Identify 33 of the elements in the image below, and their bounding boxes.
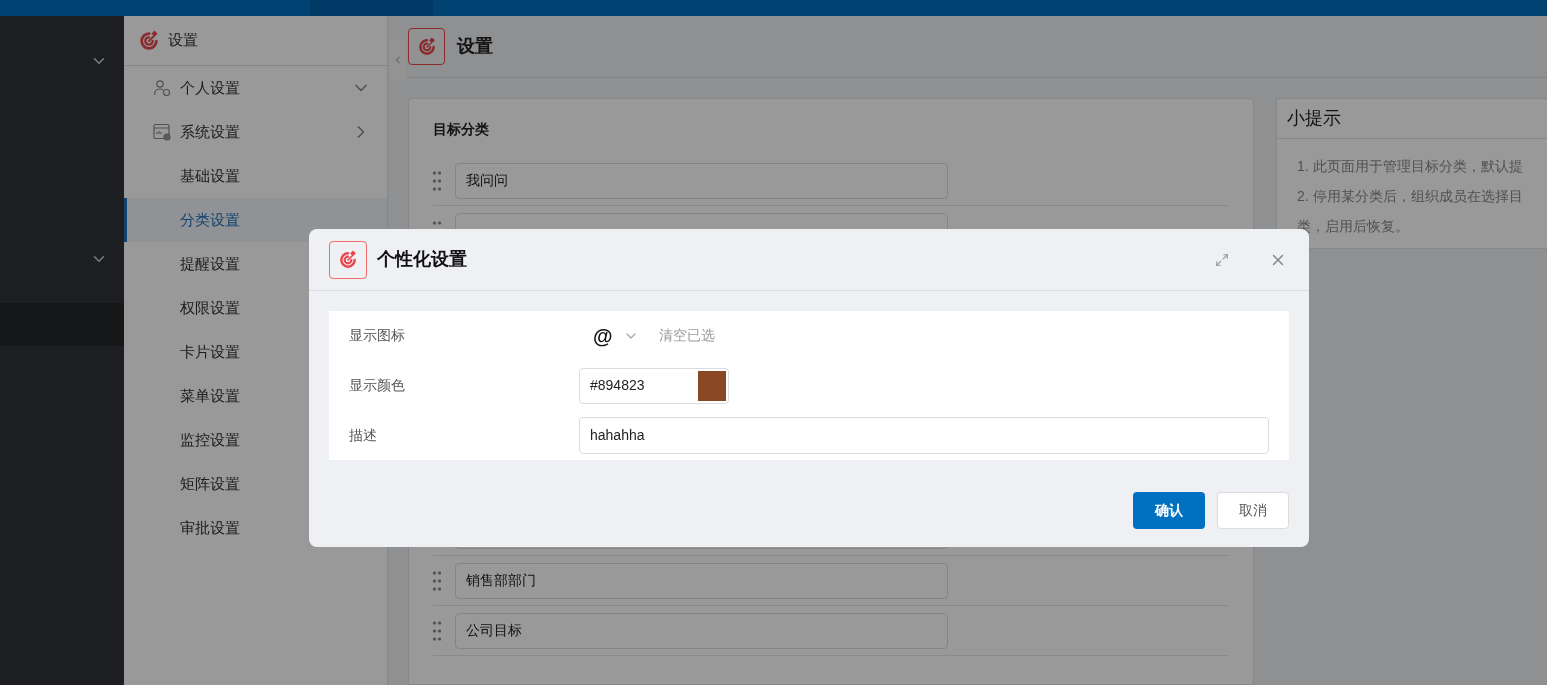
drag-handle-icon[interactable] — [433, 570, 441, 591]
menu-title: 设置 — [168, 30, 198, 51]
target-icon — [138, 29, 160, 52]
window-icon — [153, 123, 171, 141]
category-input[interactable]: 我问问 — [455, 162, 948, 199]
color-field[interactable]: #894823 — [579, 367, 729, 404]
target-icon — [338, 249, 358, 270]
drag-handle-icon[interactable] — [433, 170, 441, 191]
menu-item[interactable]: 个人设置 — [124, 66, 387, 110]
tips-title: 小提示 — [1287, 107, 1341, 130]
menu-item[interactable]: 分类设置 — [124, 198, 387, 242]
clear-selection-link[interactable]: 清空已选 — [658, 325, 715, 346]
selected-icon: @ — [593, 320, 613, 351]
drag-handle-icon[interactable] — [433, 620, 441, 641]
menu-item[interactable]: 基础设置 — [124, 154, 387, 198]
field-label: 显示颜色 — [349, 376, 406, 395]
confirm-button[interactable]: 确认 — [1133, 492, 1205, 529]
category-input[interactable]: 销售部部门 — [455, 562, 948, 599]
expand-icon[interactable] — [1215, 252, 1229, 267]
cancel-button[interactable]: 取消 — [1217, 492, 1289, 529]
description-field[interactable]: hahahha — [579, 417, 1269, 454]
card-title: 目标分类 — [433, 120, 490, 139]
dialog-title: 个性化设置 — [377, 248, 468, 271]
field-label: 描述 — [349, 426, 378, 445]
field-label: 显示图标 — [349, 326, 406, 345]
menu-item[interactable]: 系统设置 — [124, 110, 387, 154]
category-input[interactable]: 公司目标 — [455, 612, 948, 649]
target-icon — [416, 36, 437, 57]
tip-text: 1. 此页面用于管理目标分类，默认提 — [1297, 157, 1524, 176]
page-title: 设置 — [457, 35, 493, 58]
color-swatch[interactable] — [698, 370, 726, 401]
tip-text: 2. 停用某分类后，组织成员在选择目 — [1297, 187, 1524, 206]
user-icon — [153, 79, 171, 97]
